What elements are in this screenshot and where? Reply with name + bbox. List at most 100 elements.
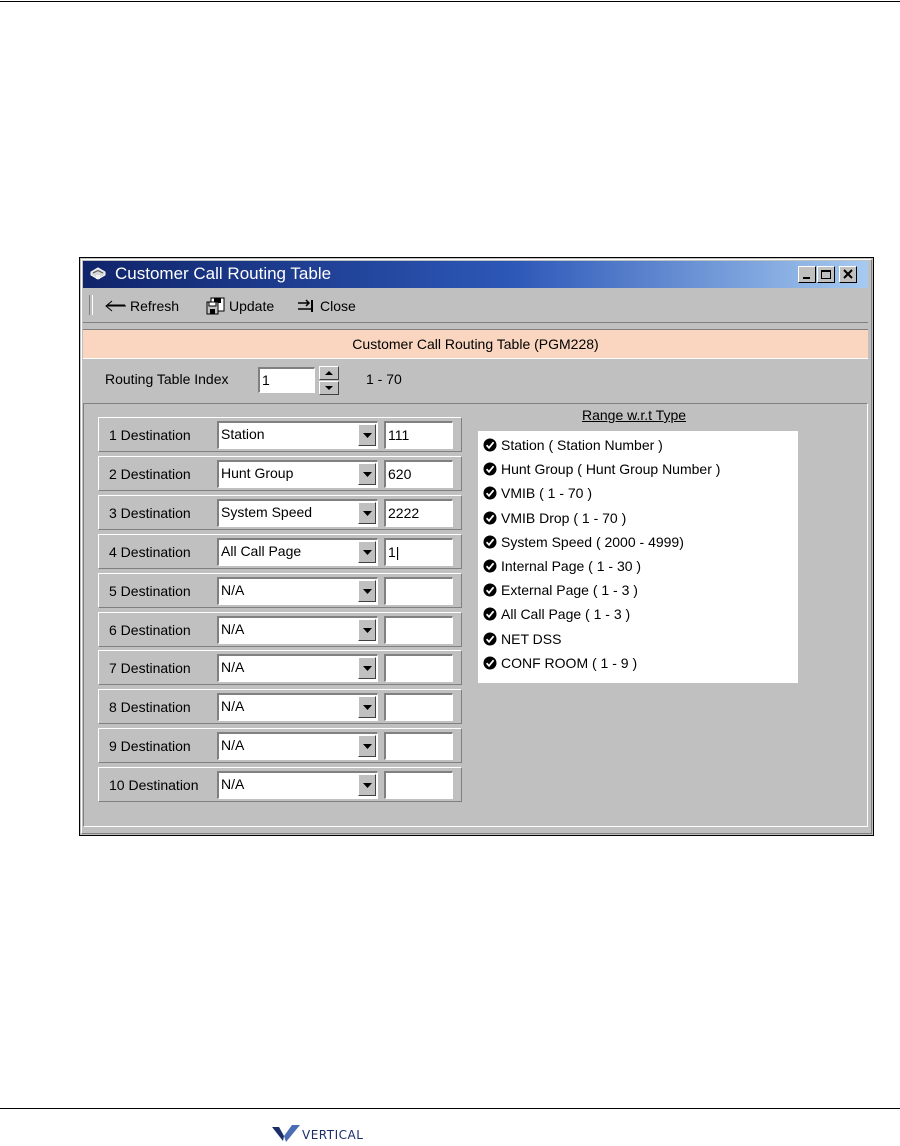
spin-up-icon xyxy=(325,371,333,375)
back-arrow-icon xyxy=(105,300,126,312)
dropdown-arrow-icon xyxy=(363,471,372,477)
dropdown-button[interactable] xyxy=(358,618,376,641)
destination-number-input[interactable] xyxy=(384,615,453,644)
destination-label: 6 Destination xyxy=(109,621,191,638)
check-circle-icon xyxy=(483,559,497,573)
update-button[interactable]: Update xyxy=(206,297,274,315)
range-item-label: System Speed ( 2000 - 4999) xyxy=(501,533,684,550)
check-circle-icon xyxy=(483,632,497,646)
window-title: Customer Call Routing Table xyxy=(115,264,332,283)
routing-index-spinner xyxy=(319,366,339,396)
destination-type-select[interactable]: N/A xyxy=(217,615,378,644)
destination-type-select[interactable]: System Speed xyxy=(217,498,378,527)
refresh-label: Refresh xyxy=(130,298,180,314)
check-circle-icon xyxy=(483,535,497,549)
routing-index-input[interactable]: 1 xyxy=(258,367,315,393)
destination-number-input[interactable] xyxy=(384,654,453,683)
range-item: System Speed ( 2000 - 4999) xyxy=(478,530,798,554)
dropdown-button[interactable] xyxy=(358,540,376,563)
range-item: Internal Page ( 1 - 30 ) xyxy=(478,554,798,578)
dropdown-button[interactable] xyxy=(358,462,376,485)
toolbar-grip[interactable] xyxy=(89,295,93,315)
dropdown-arrow-icon xyxy=(363,744,372,750)
destination-type-select[interactable]: N/A xyxy=(217,654,378,683)
destination-label: 1 Destination xyxy=(109,427,191,443)
check-circle-icon xyxy=(483,511,497,525)
routing-index-row: Routing Table Index 1 1 - 70 xyxy=(83,362,868,398)
destination-label: 4 Destination xyxy=(109,543,191,560)
destination-type-select[interactable]: N/A xyxy=(217,771,378,800)
program-banner: Customer Call Routing Table (PGM228) xyxy=(83,329,868,359)
destination-number-input[interactable] xyxy=(384,693,453,722)
destination-row: 1 Destination Station 111 xyxy=(98,417,462,452)
dropdown-button[interactable] xyxy=(358,696,376,719)
destination-row: 10 Destination N/A xyxy=(98,767,462,803)
destination-type-select[interactable]: Hunt Group xyxy=(217,459,378,488)
destination-type-select[interactable]: Station xyxy=(217,421,378,449)
destination-type-value: N/A xyxy=(221,659,245,676)
destination-row: 2 Destination Hunt Group 620 xyxy=(98,455,462,491)
destination-number-input[interactable]: 2222 xyxy=(384,498,453,527)
minimize-button[interactable] xyxy=(798,266,816,283)
destination-label: 10 Destination xyxy=(109,777,199,794)
destination-label: 3 Destination xyxy=(109,504,191,521)
dropdown-button[interactable] xyxy=(358,501,376,524)
minimize-icon xyxy=(803,277,810,279)
dropdown-button[interactable] xyxy=(358,579,376,602)
check-circle-icon xyxy=(483,486,497,500)
destination-type-select[interactable]: N/A xyxy=(217,576,378,605)
destination-label: 7 Destination xyxy=(109,660,191,677)
maximize-icon xyxy=(821,270,831,279)
range-item: Station ( Station Number ) xyxy=(478,433,798,457)
dropdown-button[interactable] xyxy=(358,774,376,797)
range-item: Hunt Group ( Hunt Group Number ) xyxy=(478,457,798,481)
title-bar[interactable]: Customer Call Routing Table xyxy=(83,261,868,288)
destination-number-input[interactable] xyxy=(384,576,453,605)
destination-row: 5 Destination N/A xyxy=(98,572,462,608)
range-item: NET DSS xyxy=(478,627,798,651)
destination-number-input[interactable] xyxy=(384,771,453,800)
destination-type-value: All Call Page xyxy=(221,542,302,559)
spin-up-button[interactable] xyxy=(319,366,339,380)
close-label: Close xyxy=(320,298,356,314)
close-window-button[interactable] xyxy=(839,266,857,283)
range-item: CONF ROOM ( 1 - 9 ) xyxy=(478,651,798,675)
close-button[interactable]: Close xyxy=(297,297,356,315)
spin-down-button[interactable] xyxy=(319,381,339,395)
dropdown-button[interactable] xyxy=(358,735,376,758)
range-item-label: NET DSS xyxy=(501,630,562,647)
destination-number-input[interactable]: 1| xyxy=(384,537,453,566)
range-title: Range w.r.t Type xyxy=(582,407,687,423)
dropdown-arrow-icon xyxy=(363,588,372,594)
destination-row: 7 Destination N/A xyxy=(98,650,462,686)
destination-number-input[interactable]: 620 xyxy=(384,459,453,488)
refresh-button[interactable]: Refresh xyxy=(105,297,179,315)
range-item-label: VMIB ( 1 - 70 ) xyxy=(501,485,593,502)
destination-type-select[interactable]: All Call Page xyxy=(217,537,378,566)
destination-label: 2 Destination xyxy=(109,465,191,482)
destination-type-value: N/A xyxy=(221,620,245,637)
destination-type-value: Station xyxy=(221,426,265,442)
logo-wordmark: VERTICAL xyxy=(302,1128,364,1142)
vertical-logo: VERTICAL xyxy=(272,1122,363,1144)
destination-number-input[interactable] xyxy=(384,732,453,761)
dropdown-button[interactable] xyxy=(358,424,376,446)
destination-row: 4 Destination All Call Page 1| xyxy=(98,533,462,569)
routing-index-range: 1 - 70 xyxy=(366,371,402,387)
dropdown-arrow-icon xyxy=(363,510,372,516)
range-item-label: VMIB Drop ( 1 - 70 ) xyxy=(501,509,627,526)
destination-type-value: N/A xyxy=(221,581,245,598)
range-item: All Call Page ( 1 - 3 ) xyxy=(478,602,798,626)
check-circle-icon xyxy=(483,438,497,452)
update-label: Update xyxy=(229,298,275,314)
destination-type-select[interactable]: N/A xyxy=(217,732,378,761)
destination-type-select[interactable]: N/A xyxy=(217,693,378,722)
routing-index-label: Routing Table Index xyxy=(105,371,229,387)
destination-number-input[interactable]: 111 xyxy=(384,421,453,449)
dropdown-button[interactable] xyxy=(358,657,376,680)
range-item: VMIB Drop ( 1 - 70 ) xyxy=(478,506,798,530)
range-item: VMIB ( 1 - 70 ) xyxy=(478,481,798,505)
maximize-button[interactable] xyxy=(817,266,835,283)
exit-icon xyxy=(298,299,313,312)
destination-label: 5 Destination xyxy=(109,582,191,599)
